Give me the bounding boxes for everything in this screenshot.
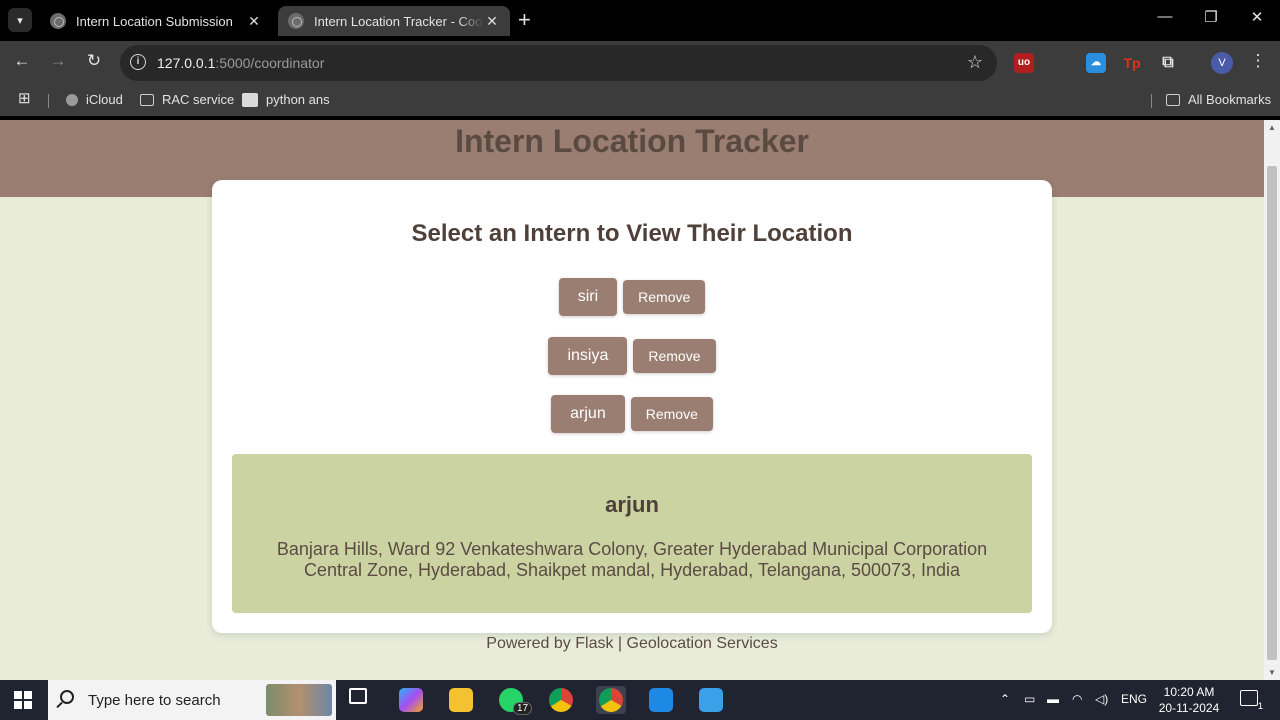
folder-icon: [140, 93, 154, 106]
page-viewport: Intern Location Tracker Select an Intern…: [0, 120, 1264, 680]
windows-taskbar: Type here to search 17 ⌃ ▭ ▬ ◠ ◁) ENG 10…: [0, 680, 1280, 720]
language-indicator[interactable]: ENG: [1121, 692, 1147, 706]
folder-icon: [1166, 93, 1180, 106]
photos-app-icon[interactable]: [696, 686, 726, 714]
intern-button-siri[interactable]: siri: [558, 278, 618, 316]
remove-button-siri[interactable]: Remove: [623, 280, 706, 314]
card-heading: Select an Intern to View Their Location: [411, 220, 853, 247]
page-footer: Powered by Flask | Geolocation Services: [486, 635, 778, 652]
bookmark-python-ans[interactable]: python ans: [242, 92, 330, 107]
volume-icon[interactable]: ◁): [1095, 692, 1108, 706]
page-thumbnail-icon: [242, 92, 258, 107]
wifi-icon[interactable]: ◠: [1072, 692, 1082, 706]
remove-button-arjun[interactable]: Remove: [630, 397, 713, 431]
globe-icon: [50, 13, 66, 29]
apps-grid-icon[interactable]: ⊞: [18, 91, 31, 106]
extensions-puzzle-icon[interactable]: ⧉: [1158, 53, 1178, 73]
new-tab-button[interactable]: +: [518, 8, 531, 32]
search-icon: [60, 690, 74, 704]
browser-toolbar: ← → ↻ i 127.0.0.1:5000/coordinator ☆ uo …: [0, 41, 1280, 84]
address-bar[interactable]: i 127.0.0.1:5000/coordinator ☆: [120, 45, 997, 81]
chevron-up-icon[interactable]: ⌃: [1000, 692, 1010, 706]
forward-button[interactable]: →: [46, 51, 70, 71]
menu-kebab-icon[interactable]: ⋮: [1246, 51, 1270, 71]
taskbar-clock[interactable]: 10:20 AM 20-11-2024: [1150, 684, 1228, 716]
scroll-up-arrow-icon[interactable]: ▲: [1268, 123, 1276, 132]
clock-date: 20-11-2024: [1158, 701, 1220, 715]
bookmark-rac-service[interactable]: RAC service: [140, 92, 234, 107]
intern-button-insiya[interactable]: insiya: [548, 337, 628, 375]
selected-intern-address: Banjara Hills, Ward 92 Venkateshwara Col…: [276, 539, 988, 580]
intern-row: arjun Remove: [212, 395, 1052, 433]
tab-search-button[interactable]: ▾: [8, 8, 32, 32]
intern-row: insiya Remove: [212, 337, 1052, 375]
file-explorer-icon[interactable]: [446, 686, 476, 714]
copilot-icon[interactable]: [396, 686, 426, 714]
bookmark-label: RAC service: [162, 92, 235, 107]
chrome-icon[interactable]: [546, 686, 576, 714]
intern-selection-card: Select an Intern to View Their Location …: [212, 180, 1052, 633]
bookmark-label: python ans: [266, 92, 330, 107]
taskbar-search-box[interactable]: Type here to search: [48, 680, 336, 720]
task-view-icon[interactable]: [346, 686, 376, 714]
restore-button[interactable]: ❐: [1196, 8, 1226, 26]
search-placeholder: Type here to search: [88, 692, 221, 709]
tab-strip: ▾ Intern Location Submission ✕ Intern Lo…: [0, 0, 1280, 41]
bookmark-label: All Bookmarks: [1188, 92, 1272, 107]
icloud-icon: [66, 93, 78, 106]
ublock-extension-icon[interactable]: uo: [1014, 53, 1034, 73]
bookmark-star-icon[interactable]: ☆: [967, 52, 983, 73]
battery-icon[interactable]: ▬: [1047, 692, 1059, 706]
intern-button-arjun[interactable]: arjun: [551, 395, 625, 433]
close-icon[interactable]: ✕: [246, 13, 262, 30]
globe-icon: [288, 13, 304, 29]
reload-button[interactable]: ↻: [82, 51, 106, 71]
divider: [1151, 94, 1152, 108]
tab-intern-submission[interactable]: Intern Location Submission ✕: [40, 6, 272, 36]
notification-center-icon[interactable]: 1: [1240, 690, 1263, 711]
minimize-button[interactable]: —: [1150, 8, 1180, 25]
back-button[interactable]: ←: [10, 51, 34, 71]
location-details: arjun Banjara Hills, Ward 92 Venkateshwa…: [232, 454, 1032, 613]
site-info-icon[interactable]: i: [130, 54, 146, 70]
remove-button-insiya[interactable]: Remove: [633, 339, 716, 373]
windows-start-icon[interactable]: [14, 691, 32, 709]
all-bookmarks-button[interactable]: All Bookmarks: [1166, 92, 1271, 107]
close-icon[interactable]: ✕: [484, 13, 500, 30]
clock-time: 10:20 AM: [1163, 685, 1215, 699]
tab-coordinator[interactable]: Intern Location Tracker - Coordinator ✕: [278, 6, 510, 36]
search-highlight-image: [266, 684, 332, 716]
tab-title: Intern Location Submission: [76, 13, 233, 29]
chrome-profile-icon[interactable]: [596, 686, 626, 714]
scroll-thumb[interactable]: [1267, 166, 1277, 660]
window-close-button[interactable]: ✕: [1242, 8, 1272, 26]
cloud-extension-icon[interactable]: ☁: [1086, 53, 1106, 73]
page-title: Intern Location Tracker: [455, 123, 809, 159]
selected-intern-name: arjun: [605, 492, 659, 517]
tp-extension-icon[interactable]: Tp: [1122, 53, 1142, 73]
notification-count: 1: [1257, 701, 1263, 711]
bookmark-icloud[interactable]: iCloud: [66, 92, 123, 107]
whatsapp-badge: 17: [513, 702, 533, 715]
page-scrollbar[interactable]: ▲ ▼: [1264, 120, 1280, 680]
url-text[interactable]: 127.0.0.1:5000/coordinator: [157, 55, 324, 71]
bookmark-label: iCloud: [86, 92, 123, 107]
bookmarks-bar: ⊞ iCloud RAC service python ans All Book…: [0, 84, 1280, 116]
profile-avatar[interactable]: V: [1211, 52, 1233, 74]
divider: [48, 94, 49, 108]
scroll-down-arrow-icon[interactable]: ▼: [1268, 668, 1276, 677]
tab-title: Intern Location Tracker - Coordinator: [314, 13, 484, 29]
vscode-icon[interactable]: [646, 686, 676, 714]
intern-row: siri Remove: [212, 278, 1052, 316]
device-icon[interactable]: ▭: [1024, 692, 1035, 706]
